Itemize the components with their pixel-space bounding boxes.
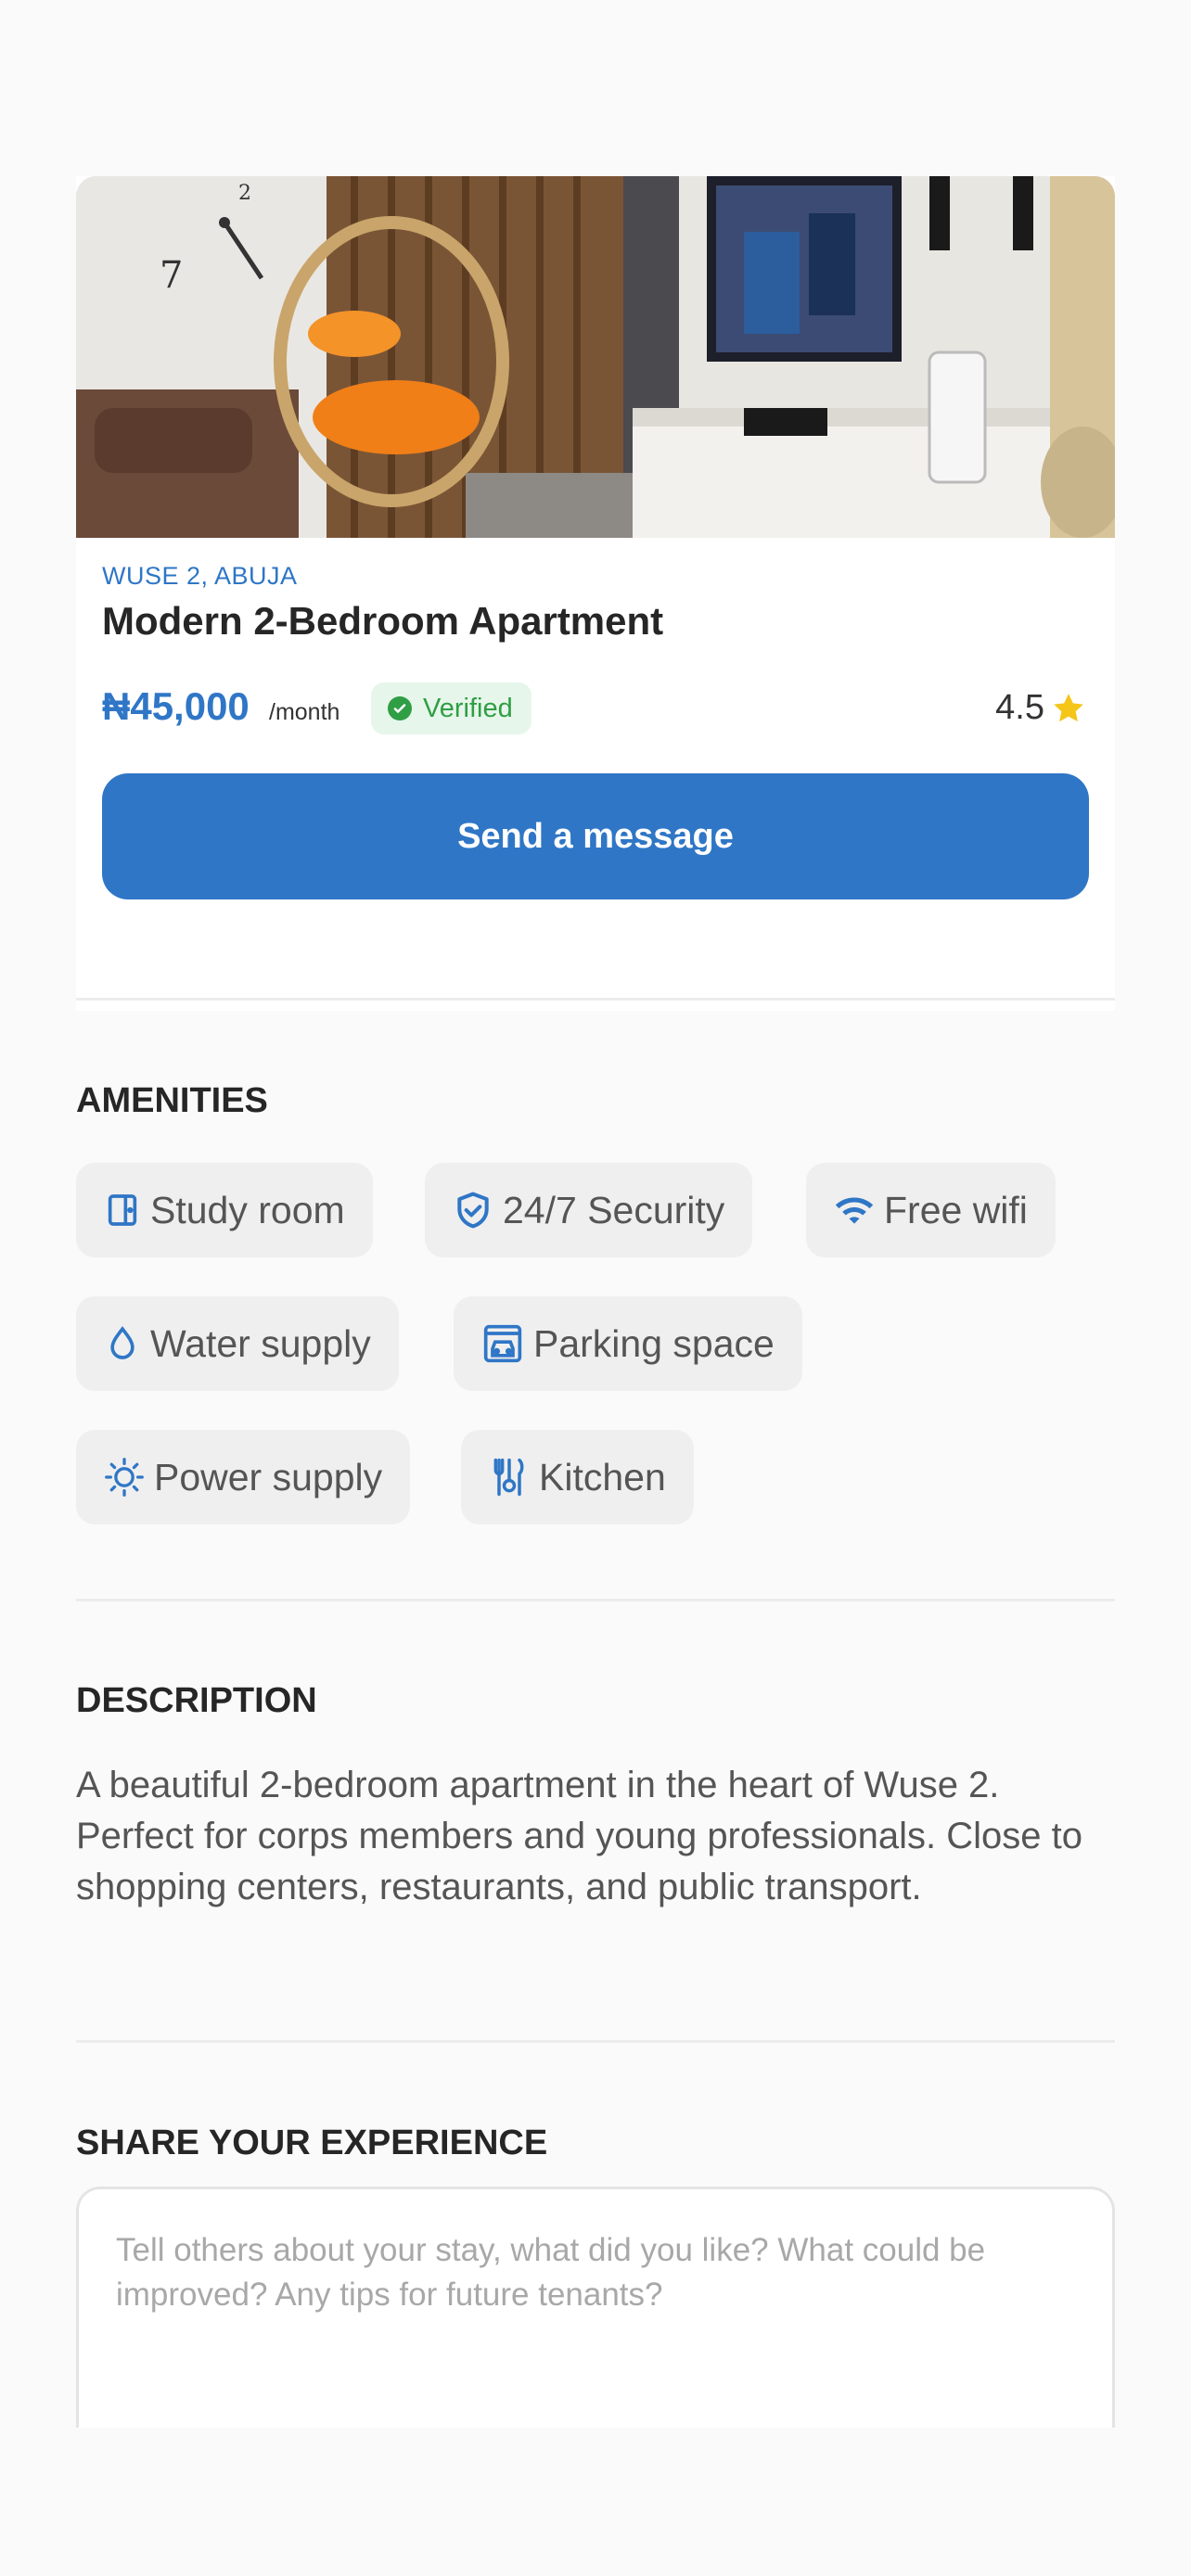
experience-heading: SHARE YOUR EXPERIENCE	[76, 2123, 548, 2162]
description-text: A beautiful 2-bedroom apartment in the h…	[76, 1765, 1082, 1907]
amenity-parking: Parking space	[454, 1296, 802, 1391]
apartment-photo: 7 2	[76, 176, 1115, 538]
send-message-button[interactable]: Send a message	[102, 773, 1089, 899]
experience-box	[76, 2187, 1115, 2428]
amenities-heading: AMENITIES	[76, 1081, 268, 1120]
amenity-security: 24/7 Security	[425, 1163, 753, 1257]
amenity-label: Free wifi	[884, 1188, 1028, 1231]
check-circle-icon	[388, 696, 412, 721]
listing-title: Modern 2-Bedroom Apartment	[102, 599, 664, 643]
rating-value: 4.5	[995, 688, 1044, 727]
amenity-kitchen: Kitchen	[461, 1430, 694, 1524]
amenity-label: Study room	[150, 1188, 345, 1231]
bulb-icon	[105, 1458, 144, 1497]
rating: 4.5	[995, 688, 1087, 728]
door-icon	[108, 1194, 137, 1226]
star-icon	[1054, 693, 1083, 721]
experience-textarea[interactable]	[114, 2226, 1073, 2416]
amenity-wifi: Free wifi	[806, 1163, 1056, 1257]
price-row: ₦45,000 /month Verified 4.5	[102, 682, 1087, 738]
water-drop-icon	[110, 1326, 134, 1359]
amenity-power: Power supply	[76, 1430, 411, 1524]
divider	[76, 998, 1115, 1001]
amenity-study-room: Study room	[76, 1163, 373, 1257]
amenity-label: Parking space	[533, 1321, 775, 1365]
amenity-label: 24/7 Security	[503, 1188, 725, 1231]
divider	[76, 2040, 1115, 2043]
amenity-label: Water supply	[150, 1321, 371, 1365]
svg-text:2: 2	[238, 182, 251, 205]
wifi-icon	[835, 1197, 874, 1224]
verified-badge: Verified	[371, 682, 531, 734]
svg-text:7: 7	[160, 254, 183, 297]
shield-check-icon	[457, 1192, 489, 1229]
divider	[76, 1599, 1115, 1601]
listing-location: WUSE 2, ABUJA	[102, 562, 298, 590]
amenity-label: Power supply	[154, 1455, 383, 1498]
car-garage-icon	[483, 1324, 522, 1363]
listing-price: ₦45,000	[102, 684, 250, 728]
amenity-label: Kitchen	[539, 1455, 666, 1498]
description-heading: DESCRIPTION	[76, 1681, 317, 1720]
amenity-water: Water supply	[76, 1296, 399, 1391]
listing-photo[interactable]: 7 2	[76, 176, 1115, 538]
verified-label: Verified	[423, 693, 513, 723]
utensils-icon	[493, 1458, 524, 1497]
price-unit: /month	[269, 699, 340, 725]
